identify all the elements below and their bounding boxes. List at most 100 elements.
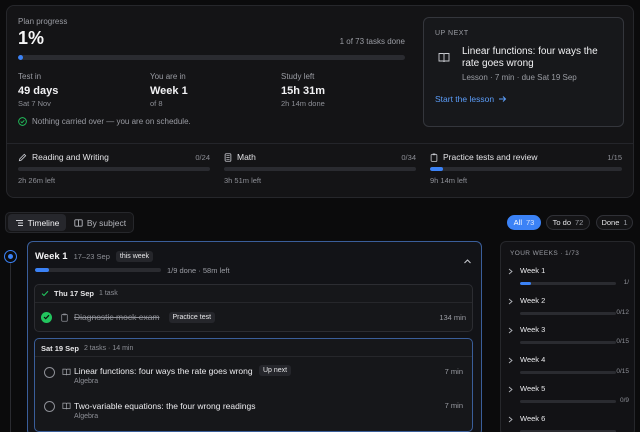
- your-weeks-list: Week 1 1/Week 2 0/12 Week 3 0/15 Week 4 0/15 We…: [507, 265, 629, 432]
- plan-progress-bar: [18, 55, 405, 60]
- filter-done[interactable]: Done 1: [596, 215, 633, 230]
- stat-value: Week 1: [150, 85, 188, 97]
- up-next-label: UP NEXT: [435, 30, 469, 37]
- stat-label: Test in: [18, 72, 42, 81]
- timeline-rail: [10, 263, 11, 432]
- chevron-right-icon: [508, 416, 513, 422]
- day-date: Sat 19 Sep: [41, 344, 79, 353]
- category-progress-bar: [430, 167, 622, 171]
- task-subject: Algebra: [74, 413, 99, 420]
- week-list-count: 0/15: [616, 338, 629, 345]
- week-list-progress-bar: [520, 311, 616, 315]
- category-practice-tests[interactable]: Practice tests and review 1/15 9h 14m le…: [430, 152, 622, 185]
- stat-value: 15h 31m: [281, 85, 326, 97]
- stat-label: You are in: [150, 72, 186, 81]
- day-meta: 2 tasks · 14 min: [83, 345, 134, 352]
- chevron-right-icon: [508, 327, 513, 334]
- stat-label: Study left: [281, 72, 315, 81]
- week-summary: 1/9 done · 58m left: [167, 266, 230, 275]
- stat-study-left: Study left 15h 31m 2h 14m done: [281, 72, 325, 108]
- week-list-progress-bar: [520, 341, 616, 344]
- filter-count: 73: [526, 218, 535, 227]
- day-date: Thu 17 Sep: [54, 289, 95, 298]
- category-count: 1/15: [607, 152, 622, 162]
- filter-count: 72: [575, 218, 584, 227]
- task-title: Diagnostic mock exam: [74, 312, 160, 322]
- category-math[interactable]: Math 0/34 3h 51m left: [224, 152, 416, 185]
- tab-by-subject[interactable]: By subject: [70, 214, 130, 231]
- chevron-right-icon: [508, 298, 513, 304]
- day-header: Thu 17 Sep 1 task: [41, 289, 118, 298]
- filter-label: To do: [552, 218, 571, 227]
- columns-icon: [74, 218, 83, 227]
- category-progress-bar: [18, 167, 210, 171]
- week-list-count: 1/: [623, 279, 629, 286]
- filter-label: Done: [601, 218, 620, 227]
- tab-label: Timeline: [27, 217, 60, 228]
- your-weeks-label: YOUR WEEKS · 1/73: [510, 250, 580, 257]
- week-list-item[interactable]: Week 2 0/12: [507, 295, 629, 323]
- this-week-badge: this week: [115, 251, 154, 262]
- week-list-progress-bar: [520, 400, 616, 403]
- plan-progress-percent: 1%: [18, 28, 45, 48]
- category-time-left: 9h 14m left: [430, 176, 468, 185]
- category-name: Reading and Writing: [32, 152, 109, 162]
- schedule-note: Nothing carried over — you are on schedu…: [18, 117, 191, 126]
- filter-label: All: [513, 218, 522, 227]
- category-count: 0/34: [401, 152, 416, 162]
- task-row[interactable]: Two-variable equations: the four wrong r…: [41, 398, 466, 426]
- week-title: Week 1: [35, 251, 68, 262]
- calculator-icon: [224, 152, 232, 162]
- week-list-count: 0/15: [616, 367, 629, 375]
- week-list-name: Week 2: [520, 295, 546, 305]
- book-icon: [62, 368, 71, 376]
- list-icon: [15, 219, 23, 226]
- week-list-item[interactable]: Week 5 0/9: [507, 383, 629, 411]
- up-next-meta: Lesson · 7 min · due Sat 19 Sep: [462, 73, 577, 82]
- stat-current-week: You are in Week 1 of 8: [150, 72, 188, 108]
- filter-count: 1: [623, 218, 628, 227]
- week-header[interactable]: Week 1 17–23 Sep this week: [35, 251, 154, 262]
- week-list-item[interactable]: Week 4 0/15: [507, 354, 629, 382]
- task-tag: Practice test: [168, 311, 216, 323]
- check-circle-icon: [18, 117, 27, 126]
- day-divider: [35, 302, 472, 303]
- day-divider: [35, 356, 472, 357]
- task-duration: 7 min: [444, 367, 463, 376]
- clipboard-icon: [430, 153, 438, 162]
- category-reading-writing[interactable]: Reading and Writing 0/24 2h 26m left: [18, 152, 210, 185]
- category-progress-bar: [224, 167, 416, 171]
- week-list-count: 0/9: [619, 397, 629, 404]
- filter-all[interactable]: All 73: [507, 215, 541, 230]
- week-list-item[interactable]: Week 3 0/15: [507, 324, 629, 352]
- tab-label: By subject: [86, 217, 127, 228]
- task-duration: 134 min: [439, 312, 466, 322]
- chevron-right-icon: [508, 386, 513, 393]
- tab-timeline[interactable]: Timeline: [8, 214, 66, 231]
- schedule-note-text: Nothing carried over — you are on schedu…: [32, 117, 191, 126]
- task-done-checkbox[interactable]: [41, 311, 52, 323]
- task-row[interactable]: Linear functions: four ways the rate goe…: [41, 363, 466, 391]
- day-meta: 1 task: [99, 290, 118, 297]
- task-duration: 7 min: [444, 401, 463, 410]
- start-lesson-link[interactable]: Start the lesson: [435, 94, 507, 104]
- stat-sub: Sat 7 Nov: [18, 99, 51, 108]
- chevron-up-icon[interactable]: [463, 252, 472, 270]
- task-row[interactable]: Diagnostic mock exam Practice test 134 m…: [41, 308, 466, 326]
- week-list-item[interactable]: Week 6: [507, 413, 629, 432]
- week-list-name: Week 5: [520, 384, 546, 393]
- week-list-count: 0/12: [616, 308, 629, 316]
- category-count: 0/24: [195, 152, 210, 162]
- start-lesson-label: Start the lesson: [435, 94, 495, 104]
- chevron-right-icon: [508, 268, 513, 275]
- task-checkbox[interactable]: [44, 367, 55, 378]
- week-list-item[interactable]: Week 1 1/: [507, 265, 629, 293]
- task-checkbox[interactable]: [44, 401, 55, 412]
- task-title: Two-variable equations: the four wrong r…: [74, 401, 256, 411]
- stat-test-in: Test in 49 days Sat 7 Nov: [18, 72, 58, 108]
- week-list-name: Week 3: [520, 325, 546, 334]
- filter-to-do[interactable]: To do 72: [546, 215, 590, 230]
- pencil-icon: [18, 153, 27, 161]
- stat-value: 49 days: [18, 85, 59, 97]
- week-progress-bar: [35, 268, 161, 272]
